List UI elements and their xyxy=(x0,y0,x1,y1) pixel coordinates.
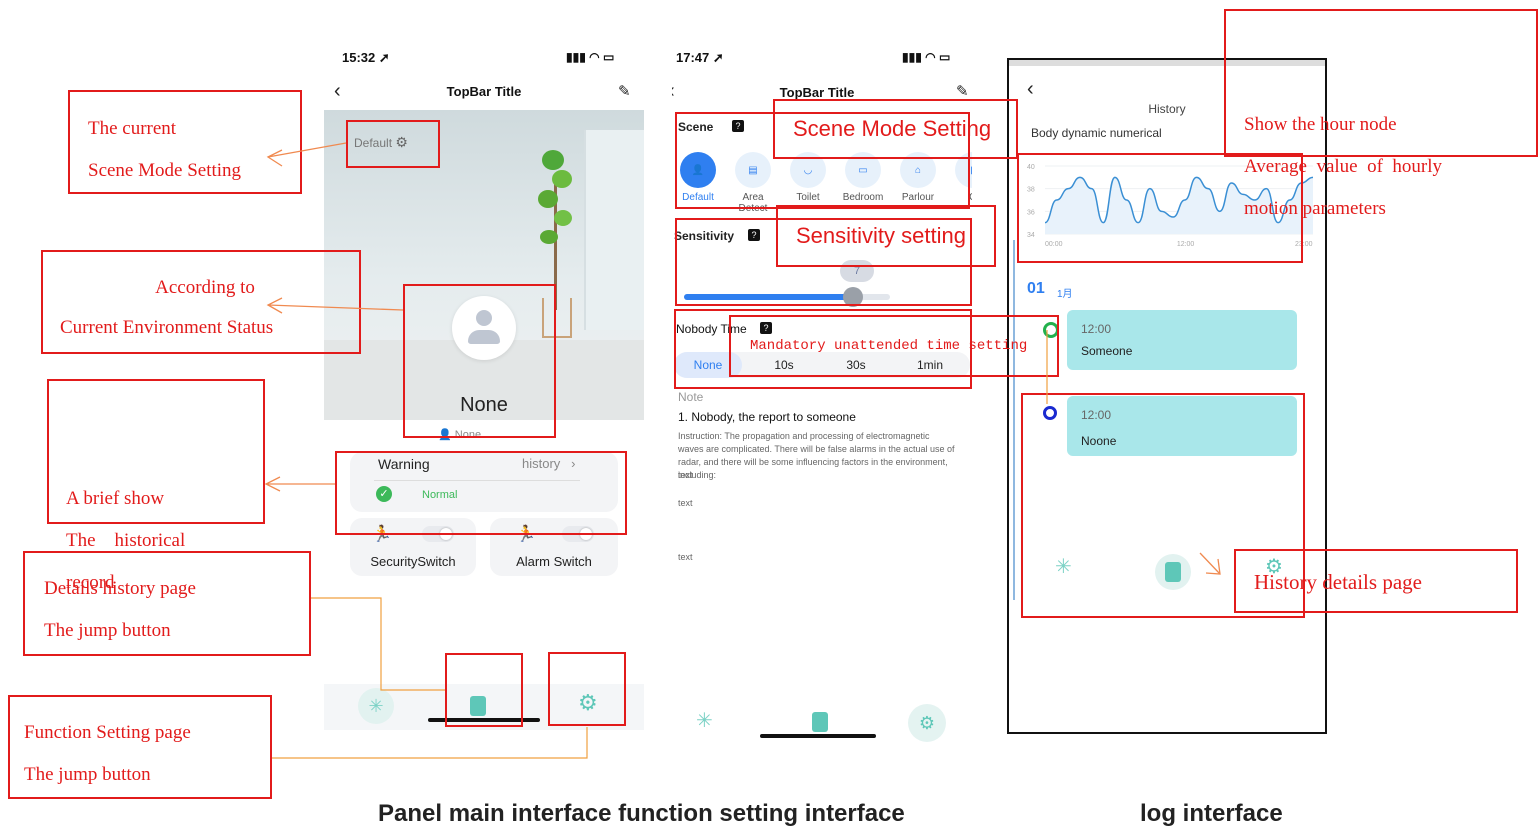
caption-main: Panel main interface function setting in… xyxy=(378,800,905,827)
caption-log: log interface xyxy=(1140,800,1283,827)
annotation-connectors xyxy=(264,142,1221,759)
